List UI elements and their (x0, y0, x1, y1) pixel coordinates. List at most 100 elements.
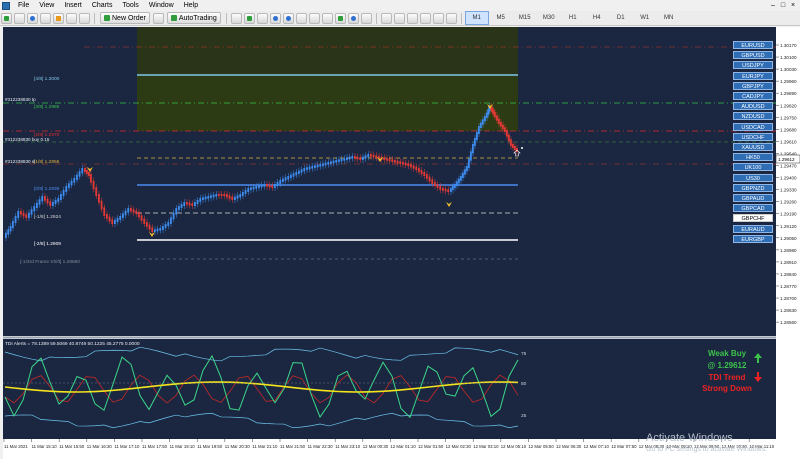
new-order-button[interactable]: New Order (100, 12, 150, 24)
timeframe-w1[interactable]: W1 (633, 12, 657, 24)
level-label: [0/8] 1.2939 (34, 186, 60, 192)
menu-charts[interactable]: Charts (87, 0, 118, 11)
symbol-button-uk100[interactable]: UK100 (733, 163, 773, 172)
timeframe-m5[interactable]: M5 (489, 12, 513, 24)
candle-body (271, 185, 274, 188)
timeframe-mn[interactable]: MN (657, 12, 681, 24)
candle-body (9, 226, 12, 232)
timeframe-h1[interactable]: H1 (561, 12, 585, 24)
data-window-icon[interactable] (40, 12, 51, 24)
bar-chart-icon[interactable] (230, 12, 242, 24)
symbol-button-gbpaud[interactable]: GBPAUD (733, 194, 773, 202)
symbol-button-hk50[interactable]: HK50 (733, 153, 773, 162)
menu-insert[interactable]: Insert (59, 0, 87, 11)
current-price-label: 1.29612 (778, 157, 795, 162)
symbol-button-usdchf[interactable]: USDCHF (733, 132, 773, 141)
time-axis-label: 11 Mar 23:10 (335, 444, 361, 449)
chart-canvas[interactable]: [4/8] 1.3000[3/8] 1.2985[2/8] 1.2970[1/8… (0, 27, 800, 459)
price-axis-label: 1.29260 (780, 200, 797, 205)
price-axis-label: 1.29330 (780, 188, 797, 193)
cursor-icon[interactable] (380, 12, 392, 24)
candle-body (404, 162, 407, 166)
candle-body (119, 216, 122, 220)
toolbar-separator (94, 12, 95, 24)
candle-body (496, 115, 498, 121)
symbol-button-gbpjpy[interactable]: GBPJPY (733, 81, 773, 90)
new-order-icon (104, 15, 110, 21)
menu-view[interactable]: View (34, 0, 59, 11)
zoom-in-icon[interactable] (269, 12, 281, 24)
vertical-line-icon[interactable] (406, 12, 418, 24)
close-button[interactable]: × (788, 0, 798, 11)
restore-button[interactable]: □ (778, 0, 788, 11)
symbol-button-usdjpy[interactable]: USDJPY (733, 61, 773, 70)
market-watch-icon[interactable] (27, 12, 38, 24)
menu-help[interactable]: Help (179, 0, 203, 11)
timeframe-m15[interactable]: M15 (513, 12, 537, 24)
indicators-icon[interactable] (334, 12, 346, 24)
zoom-out-icon[interactable] (282, 12, 294, 24)
horizontal-line-icon[interactable] (419, 12, 431, 24)
symbol-button-audusd[interactable]: AUDUSD (733, 102, 773, 111)
symbol-button-eurgbp[interactable]: EURGBP (733, 234, 773, 243)
candle-body (231, 196, 234, 200)
time-axis-label: 12 Mar 05:10 (501, 444, 527, 449)
chart-shift-icon[interactable] (321, 12, 333, 24)
candle-body (375, 155, 378, 158)
symbol-button-gbpnzd[interactable]: GBPNZD (733, 183, 773, 192)
candle-body (41, 196, 44, 202)
candle-body (298, 170, 300, 174)
candle-body (258, 185, 260, 188)
tester-icon[interactable] (79, 12, 90, 24)
minimize-button[interactable]: – (768, 0, 778, 11)
symbol-button-nzdusd[interactable]: NZDUSD (733, 112, 773, 121)
symbol-button-gbpcad[interactable]: GBPCAD (733, 204, 773, 213)
symbol-button-gbpusd[interactable]: GBPUSD (733, 51, 773, 60)
symbol-button-eurusd[interactable]: EURUSD (733, 41, 773, 49)
timeframe-h4[interactable]: H4 (585, 12, 609, 24)
candle-body (57, 198, 60, 202)
candle-body (284, 177, 287, 181)
indicator-pane[interactable] (3, 339, 776, 439)
timeframe-m1[interactable]: M1 (464, 11, 489, 25)
line-chart-icon[interactable] (256, 12, 268, 24)
candle-body (132, 209, 135, 213)
candle-body (81, 168, 84, 174)
candlestick-icon[interactable] (243, 12, 255, 24)
timeframe-m30[interactable]: M30 (537, 12, 561, 24)
candle-body (30, 209, 33, 215)
periods-icon[interactable] (347, 12, 359, 24)
tile-windows-icon[interactable] (295, 12, 307, 24)
menu-bar: File View Insert Charts Tools Window Hel… (0, 0, 800, 11)
navigator-icon[interactable] (53, 12, 64, 24)
symbol-button-euraud[interactable]: EURAUD (733, 224, 773, 233)
menu-tools[interactable]: Tools (117, 0, 143, 11)
symbol-button-usdcad[interactable]: USDCAD (733, 122, 773, 131)
price-axis-label: 1.29120 (780, 224, 797, 229)
candle-body (474, 138, 476, 146)
menu-file[interactable]: File (13, 0, 34, 11)
new-chart-icon[interactable] (1, 12, 12, 24)
autoscroll-icon[interactable] (308, 12, 320, 24)
autotrading-button[interactable]: AutoTrading (166, 12, 221, 24)
chart-window[interactable]: [4/8] 1.3000 [3/8] 1.2985 [2/8] 1.2970 [1/8… (0, 27, 800, 459)
terminal-icon[interactable] (66, 12, 77, 24)
templates-icon[interactable] (360, 12, 372, 24)
menu-window[interactable]: Window (144, 0, 179, 11)
profiles-icon[interactable] (14, 12, 25, 24)
symbol-button-gbpchf[interactable]: GBPCHF (733, 214, 773, 223)
timeframe-d1[interactable]: D1 (609, 12, 633, 24)
candle-body (436, 184, 439, 188)
candle-body (199, 198, 202, 202)
candle-body (348, 156, 351, 160)
metaeditor-icon[interactable] (152, 12, 164, 24)
trendline-icon[interactable] (432, 12, 444, 24)
time-axis-label: 11 Mar 2021 (4, 444, 28, 449)
symbol-button-eurjpy[interactable]: EURJPY (733, 71, 773, 80)
symbol-button-cadjpy[interactable]: CADJPY (733, 92, 773, 100)
symbol-button-xauusd[interactable]: XAUUSD (733, 143, 773, 151)
crosshair-icon[interactable] (393, 12, 405, 24)
text-icon[interactable] (445, 12, 457, 24)
signal-trend-value: Strong Down (702, 384, 752, 393)
symbol-button-us30[interactable]: US30 (733, 173, 773, 182)
